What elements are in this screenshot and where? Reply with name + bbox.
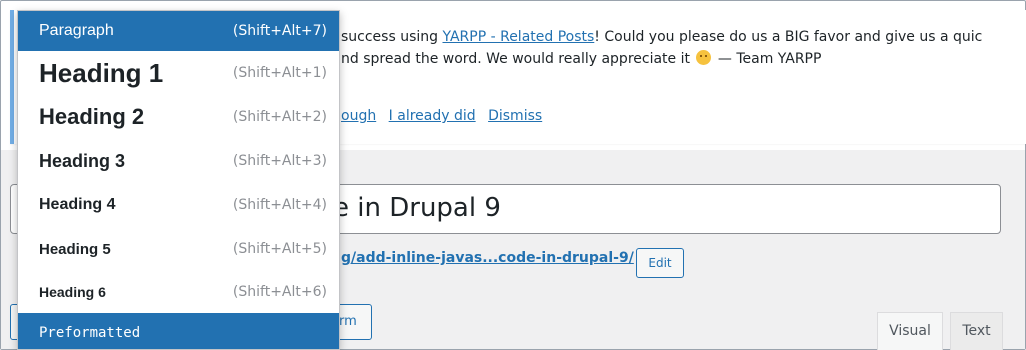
format-option-shortcut: (Shift+Alt+1) [232, 65, 327, 81]
format-option-shortcut: (Shift+Alt+3) [232, 153, 327, 169]
notice-text-mid: ! Could you please do us a BIG favor and… [594, 29, 983, 45]
format-option-label: Heading 1 [39, 57, 164, 88]
format-option-heading-5[interactable]: Heading 5 (Shift+Alt+5) [18, 227, 339, 271]
permalink-link[interactable]: g/add-inline-javas...code-in-drupal-9/ [341, 250, 634, 266]
notice-actions: ough I already did Dismiss [341, 108, 550, 124]
format-option-label: Paragraph [39, 22, 114, 39]
plugin-link[interactable]: YARPP - Related Posts [442, 29, 594, 45]
notice-link-not-good-enough[interactable]: ough [341, 108, 376, 124]
format-option-heading-1[interactable]: Heading 1 (Shift+Alt+1) [18, 51, 339, 95]
format-option-label: Heading 3 [39, 150, 126, 171]
format-option-heading-3[interactable]: Heading 3 (Shift+Alt+3) [18, 139, 339, 183]
format-option-shortcut: (Shift+Alt+7) [232, 23, 327, 39]
format-option-heading-6[interactable]: Heading 6 (Shift+Alt+6) [18, 271, 339, 313]
format-option-heading-2[interactable]: Heading 2 (Shift+Alt+2) [18, 95, 339, 139]
permalink-row: g/add-inline-javas...code-in-drupal-9/ [341, 250, 634, 266]
format-option-label: Heading 6 [39, 284, 106, 300]
format-option-shortcut: (Shift+Alt+2) [232, 109, 327, 125]
tab-visual[interactable]: Visual [877, 312, 943, 350]
format-option-label: Heading 4 [39, 196, 116, 213]
format-option-label: Heading 5 [39, 240, 111, 258]
permalink-edit-button[interactable]: Edit [636, 248, 684, 278]
notice-link-already-did[interactable]: I already did [389, 108, 476, 124]
format-option-shortcut: (Shift+Alt+4) [232, 197, 327, 213]
notice-text-prefix: success using [341, 29, 443, 45]
tab-text[interactable]: Text [950, 312, 1003, 350]
format-option-label: Heading 2 [39, 104, 145, 129]
format-option-shortcut: (Shift+Alt+5) [232, 241, 327, 257]
notice-signature: — Team YARPP [713, 51, 822, 67]
format-option-shortcut: (Shift+Alt+6) [232, 284, 327, 300]
format-option-label: Preformatted [39, 325, 141, 341]
notice-message: success using YARPP - Related Posts! Cou… [341, 26, 1026, 70]
notice-line2: nd spread the word. We would really appr… [341, 51, 695, 67]
format-option-preformatted[interactable]: Preformatted [18, 313, 339, 349]
format-dropdown-menu: Paragraph (Shift+Alt+7) Heading 1 (Shift… [17, 10, 340, 350]
format-option-paragraph[interactable]: Paragraph (Shift+Alt+7) [18, 11, 339, 51]
notice-link-dismiss[interactable]: Dismiss [488, 108, 542, 124]
format-option-heading-4[interactable]: Heading 4 (Shift+Alt+4) [18, 183, 339, 227]
hugging-face-icon [696, 50, 712, 65]
